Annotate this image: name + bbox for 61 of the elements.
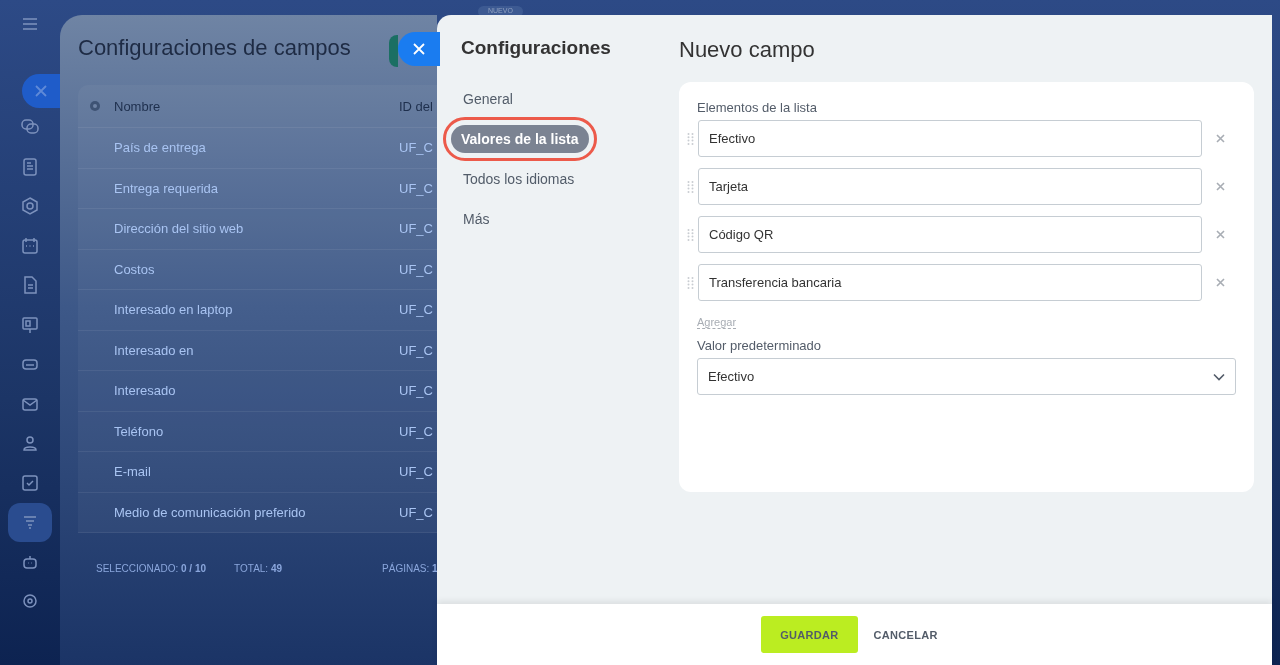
table-cell: UF_C — [399, 221, 433, 237]
field-name-link[interactable]: Dirección del sitio web — [78, 221, 399, 237]
field-label: Valor predeterminado — [697, 338, 823, 353]
field-name-link[interactable]: Teléfono — [78, 423, 399, 439]
column-header[interactable]: Nombre — [114, 98, 399, 114]
field-name-link[interactable]: Interesado en — [78, 342, 399, 358]
close-icon — [413, 43, 425, 55]
table-stat: TOTAL: 49 — [234, 563, 283, 574]
table-cell: UF_C — [399, 342, 433, 358]
table-cell: UF_C — [399, 464, 433, 480]
remove-icon[interactable] — [1216, 134, 1225, 143]
table-stat: SELECCIONADO: 0 / 10 — [96, 563, 207, 574]
column-header[interactable]: ID del — [399, 98, 433, 114]
remove-icon[interactable] — [1216, 230, 1225, 239]
drag-handle-icon[interactable] — [687, 131, 694, 146]
close-button[interactable] — [22, 73, 60, 108]
list-item-field[interactable]: Efectivo — [698, 120, 1202, 157]
nav-item[interactable]: General — [461, 85, 515, 113]
drag-handle-icon[interactable] — [687, 227, 694, 242]
close-button[interactable] — [398, 32, 440, 66]
field-name-link[interactable]: País de entrega — [78, 140, 399, 156]
add-link[interactable]: Agregar — [697, 316, 737, 329]
field-name-link[interactable]: E-mail — [78, 464, 399, 480]
table-cell: UF_C — [399, 180, 433, 196]
document-icon[interactable] — [20, 156, 40, 177]
list-item-field[interactable]: Tarjeta — [698, 168, 1202, 205]
default-value-dropdown[interactable]: Efectivo — [697, 358, 1236, 395]
checkbox-icon[interactable] — [20, 472, 40, 493]
board-icon[interactable] — [20, 314, 40, 335]
close-icon — [34, 83, 48, 98]
cancel-button[interactable]: CANCELAR — [873, 616, 938, 653]
button-edge[interactable] — [389, 35, 398, 67]
list-item-field[interactable]: Transferencia bancaria — [698, 264, 1202, 301]
table-cell: UF_C — [399, 423, 433, 439]
hexagon-icon[interactable] — [20, 196, 40, 217]
nav-item[interactable]: Todos los idiomas — [461, 165, 577, 193]
settings-title: Configuraciones — [461, 37, 612, 59]
table-cell: UF_C — [399, 302, 433, 318]
save-button[interactable]: GUARDAR — [761, 616, 858, 653]
remove-icon[interactable] — [1216, 182, 1225, 191]
remove-icon[interactable] — [1216, 278, 1225, 287]
field-name-link[interactable]: Costos — [78, 261, 399, 277]
field-label: Elementos de la lista — [697, 100, 818, 115]
table-cell: UF_C — [399, 504, 433, 520]
table-cell: UF_C — [399, 261, 433, 277]
table-cell: UF_C — [399, 140, 433, 156]
field-name-link[interactable]: Entrega requerida — [78, 180, 399, 196]
field-name-link[interactable]: Medio de comunicación preferido — [78, 504, 399, 520]
drag-handle-icon[interactable] — [687, 275, 694, 290]
chevron-down-icon — [1213, 372, 1225, 381]
contacts-icon[interactable] — [20, 433, 40, 454]
panel-title: Nuevo campo — [679, 37, 816, 63]
drag-handle-icon[interactable] — [687, 179, 694, 194]
list-item-field[interactable]: Código QR — [698, 216, 1202, 253]
field-name-link[interactable]: Interesado en laptop — [78, 302, 399, 318]
field-name-link[interactable]: Interesado — [78, 383, 399, 399]
calendar-icon[interactable] — [20, 235, 40, 256]
page-title: Configuraciones de campos — [78, 35, 351, 61]
table-cell: UF_C — [399, 383, 433, 399]
nav-item[interactable]: Más — [461, 205, 492, 233]
table-stat: PÁGINAS: 1 — [382, 563, 437, 574]
